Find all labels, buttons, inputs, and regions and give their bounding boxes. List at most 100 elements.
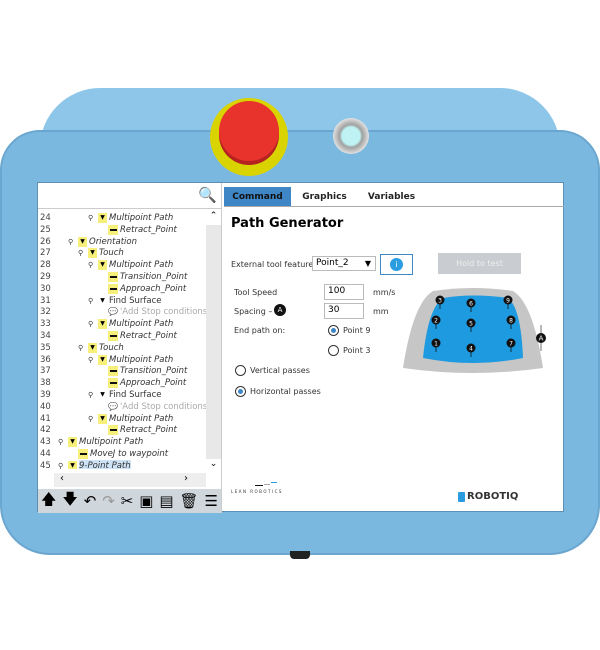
pin-icon: ⚲: [68, 237, 74, 246]
tree-row[interactable]: 26 ⚲ ▼ Orientation: [38, 236, 206, 248]
pin-icon: ⚲: [88, 391, 94, 399]
paste-icon[interactable]: ▤: [159, 492, 173, 510]
tree-row[interactable]: 31 ⚲ ▼ Find Surface: [38, 295, 206, 307]
expand-toggle-icon[interactable]: ▼: [98, 319, 107, 330]
tool-speed-input[interactable]: 100: [324, 284, 364, 300]
tree-row[interactable]: 37 Transition_Point: [38, 365, 206, 377]
copy-icon[interactable]: ▣: [139, 492, 153, 510]
line-number: 39: [40, 390, 51, 400]
tree-row[interactable]: 43 ⚲ ▼ Multipoint Path: [38, 436, 206, 448]
waypoint-icon: [108, 224, 118, 235]
tree-row[interactable]: 33 ⚲ ▼ Multipoint Path: [38, 318, 206, 330]
screen: 🔍 24 ⚲ ▼ Multipoint Path 25 Retract_Point 26 ⚲ ▼…: [37, 182, 564, 513]
tab-graphics[interactable]: Graphics: [291, 187, 358, 206]
feature-dropdown[interactable]: Point_2 ▼: [312, 256, 376, 271]
end-point3-radio[interactable]: [328, 345, 339, 356]
spacing-input[interactable]: 30: [324, 303, 364, 319]
tree-horizontal-scrollbar[interactable]: ‹ ›: [54, 473, 206, 487]
tree-vertical-scrollbar[interactable]: ⌃ ⌄: [206, 211, 221, 473]
line-number: 31: [40, 295, 51, 306]
expand-toggle-icon[interactable]: ▼: [98, 413, 107, 424]
cut-icon[interactable]: ✂: [121, 492, 134, 510]
robotiq-logo: ROBOTIQ: [458, 491, 518, 502]
scroll-left-icon[interactable]: ‹: [60, 473, 64, 484]
tree-row[interactable]: 34 Retract_Point: [38, 330, 206, 342]
line-number: 33: [40, 319, 51, 330]
node-label: 'Add Stop conditions f: [119, 401, 206, 412]
expand-toggle-icon[interactable]: ▼: [68, 437, 77, 448]
node-label: Multipoint Path: [109, 260, 174, 271]
tree-row[interactable]: 36 ⚲ ▼ Multipoint Path: [38, 354, 206, 366]
tree-row[interactable]: 45 ⚲ ▼ 9-Point Path: [38, 459, 206, 469]
path-diagram: A 1 2 3 4 5 6 7 8 9: [403, 288, 546, 373]
svg-text:4: 4: [469, 346, 473, 353]
tree-row[interactable]: 29 Transition_Point: [38, 271, 206, 283]
waypoint-icon: [108, 272, 118, 282]
tree-row[interactable]: 35 ⚲ ▼ Touch: [38, 342, 206, 354]
info-button[interactable]: i: [380, 254, 413, 275]
expand-toggle-icon[interactable]: ▼: [68, 460, 77, 469]
dimension-label: A: [539, 335, 544, 343]
node-label: Retract_Point: [120, 331, 177, 341]
line-number: 25: [40, 224, 51, 235]
scroll-up-icon[interactable]: ⌃: [206, 211, 221, 225]
pin-icon: ⚲: [78, 249, 84, 258]
scroll-right-icon[interactable]: ›: [184, 473, 188, 484]
tree-row[interactable]: 27 ⚲ ▼ Touch: [38, 247, 206, 259]
waypoint-icon: [108, 331, 118, 341]
hold-to-test-button[interactable]: Hold to test: [438, 253, 521, 274]
line-number: 37: [40, 366, 51, 377]
expand-toggle-icon[interactable]: ▼: [98, 260, 107, 271]
horizontal-passes-radio[interactable]: [235, 386, 246, 397]
line-number: 29: [40, 272, 51, 282]
program-tree: 24 ⚲ ▼ Multipoint Path 25 Retract_Point 26 ⚲ ▼ Or…: [38, 211, 206, 469]
tree-row[interactable]: 44 MoveJ to waypoint: [38, 448, 206, 460]
expand-toggle-icon[interactable]: ▼: [88, 342, 97, 353]
tab-variables[interactable]: Variables: [358, 187, 425, 206]
tree-row[interactable]: 41 ⚲ ▼ Multipoint Path: [38, 413, 206, 425]
move-down-icon[interactable]: 🡇: [62, 489, 77, 514]
delete-icon[interactable]: 🗑: [179, 492, 198, 510]
expand-toggle-icon[interactable]: ▼: [98, 390, 107, 400]
tree-row[interactable]: 32 💬 'Add Stop conditions f: [38, 306, 206, 318]
tree-row[interactable]: 40 💬 'Add Stop conditions f: [38, 401, 206, 413]
scroll-down-icon[interactable]: ⌄: [206, 459, 221, 473]
vertical-passes-radio[interactable]: [235, 365, 246, 376]
tree-toolbar: 🡅 🡇 ↶ ↷ ✂ ▣ ▤ 🗑 ☰: [38, 489, 221, 513]
svg-text:7: 7: [509, 341, 513, 348]
tree-row[interactable]: 25 Retract_Point: [38, 224, 206, 236]
node-label: Touch: [99, 342, 124, 353]
tab-command[interactable]: Command: [224, 187, 291, 206]
node-label: Retract_Point: [120, 425, 177, 436]
expand-toggle-icon[interactable]: ▼: [88, 248, 97, 259]
pendant-foot: [290, 551, 310, 559]
node-label: Multipoint Path: [109, 213, 174, 223]
expand-toggle-icon[interactable]: ▼: [78, 236, 87, 247]
redo-icon[interactable]: ↷: [102, 492, 115, 510]
tree-row[interactable]: 39 ⚲ ▼ Find Surface: [38, 389, 206, 401]
tree-row[interactable]: 28 ⚲ ▼ Multipoint Path: [38, 259, 206, 271]
search-icon[interactable]: 🔍: [198, 186, 217, 204]
expand-toggle-icon[interactable]: ▼: [98, 354, 107, 365]
page-title: Path Generator: [231, 216, 344, 231]
tree-row[interactable]: 24 ⚲ ▼ Multipoint Path: [38, 212, 206, 224]
tree-row[interactable]: 38 Approach_Point: [38, 377, 206, 389]
waypoint-icon: [108, 425, 118, 436]
suppress-icon[interactable]: ☰: [204, 492, 217, 510]
tree-row[interactable]: 30 Approach_Point: [38, 283, 206, 295]
undo-icon[interactable]: ↶: [84, 492, 97, 510]
move-up-icon[interactable]: 🡅: [41, 489, 56, 514]
node-label: Multipoint Path: [109, 319, 174, 330]
end-point9-radio[interactable]: [328, 325, 339, 336]
emergency-stop-button[interactable]: [219, 101, 279, 161]
pin-icon: ⚲: [88, 320, 94, 329]
line-number: 38: [40, 378, 51, 389]
tree-search-bar[interactable]: 🔍: [38, 183, 221, 209]
tree-row[interactable]: 42 Retract_Point: [38, 424, 206, 436]
pin-icon: ⚲: [88, 214, 94, 222]
vertical-passes-label: Vertical passes: [250, 366, 310, 375]
node-label: 9-Point Path: [79, 459, 131, 469]
power-button[interactable]: [333, 118, 369, 154]
expand-toggle-icon[interactable]: ▼: [98, 295, 107, 306]
expand-toggle-icon[interactable]: ▼: [98, 213, 107, 223]
